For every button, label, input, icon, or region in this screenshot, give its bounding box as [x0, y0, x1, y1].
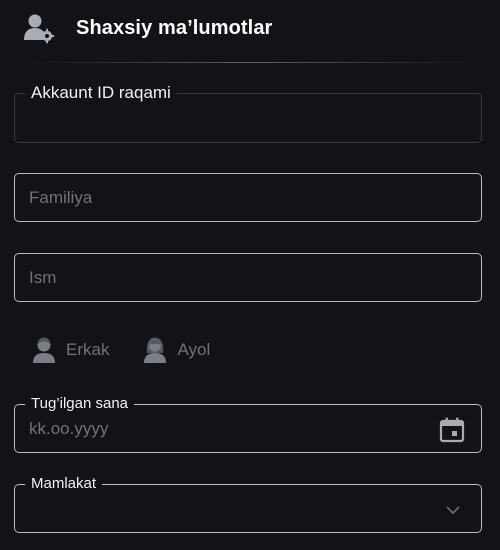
gender-label-male: Erkak	[66, 340, 110, 359]
country-label: Mamlakat	[25, 475, 103, 493]
surname-input[interactable]	[15, 174, 481, 221]
birth-date-field[interactable]: Tug’ilgan sana kk.oo.yyyy	[14, 395, 482, 453]
female-avatar-icon	[144, 337, 167, 363]
gender-option-female[interactable]: Ayol	[143, 336, 210, 364]
section-header: Shaxsiy ma’lumotlar	[22, 12, 272, 44]
surname-field[interactable]: Familiya	[14, 173, 482, 222]
page-title: Shaxsiy ma’lumotlar	[76, 16, 273, 39]
birth-date-input[interactable]	[15, 405, 481, 452]
country-select[interactable]: Mamlakat	[14, 475, 482, 533]
calendar-icon[interactable]	[439, 417, 465, 443]
account-id-label: Akkaunt ID raqami	[25, 82, 177, 104]
personal-info-page: Shaxsiy ma’lumotlar Akkaunt ID raqami Fa…	[0, 0, 500, 550]
chevron-down-icon[interactable]	[445, 505, 461, 515]
gender-option-male[interactable]: Erkak	[32, 336, 109, 364]
name-field[interactable]: Ism	[14, 253, 482, 302]
account-id-field: Akkaunt ID raqami	[14, 82, 482, 143]
header-divider	[30, 62, 470, 63]
gender-selector: Erkak Ayol	[32, 335, 244, 365]
gender-label-female: Ayol	[177, 340, 211, 359]
name-input[interactable]	[15, 254, 481, 301]
user-settings-icon	[24, 14, 55, 44]
male-avatar-icon	[33, 337, 55, 363]
